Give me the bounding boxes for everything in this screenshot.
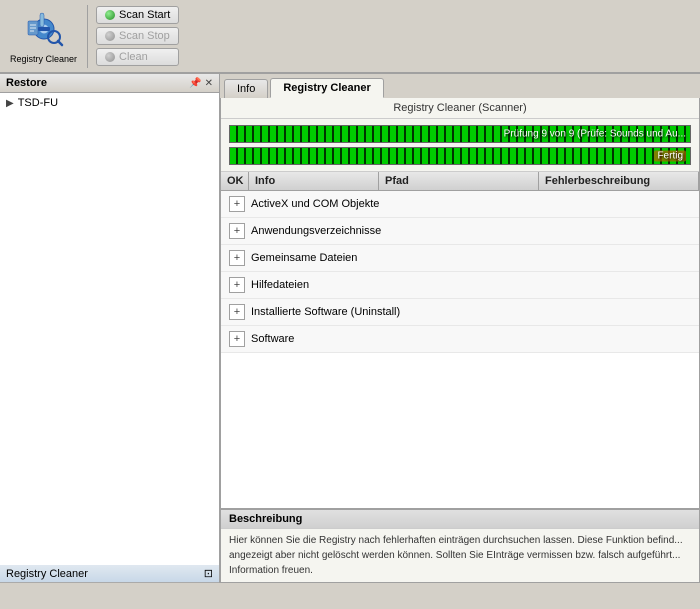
tree-item-5[interactable]: + Software — [221, 326, 699, 353]
main-layout: Restore 📌 ✕ ▶ TSD-FU Registry Cleaner ⊡ … — [0, 74, 700, 583]
scan-start-icon — [105, 10, 115, 20]
scanner-content: Registry Cleaner (Scanner) Prüfung 9 von… — [220, 98, 700, 583]
expand-icon-3[interactable]: + — [229, 277, 245, 293]
top-toolbar: Registry Cleaner Scan Start Scan Stop Cl… — [0, 0, 700, 74]
clean-button[interactable]: Clean — [96, 48, 179, 66]
table-section: OK Info Pfad Fehlerbeschreibung + Active… — [221, 171, 699, 508]
tree-item-0[interactable]: + ActiveX und COM Objekte — [221, 191, 699, 218]
table-header: OK Info Pfad Fehlerbeschreibung — [221, 172, 699, 191]
expand-icon-1[interactable]: + — [229, 223, 245, 239]
app-title-label: Registry Cleaner — [10, 54, 77, 64]
progress-bar-2: Fertig — [229, 147, 691, 165]
sidebar: Restore 📌 ✕ ▶ TSD-FU Registry Cleaner ⊡ — [0, 74, 220, 583]
progress-label-2: Fertig — [654, 151, 686, 162]
sidebar-close-icon[interactable]: ✕ — [205, 78, 213, 89]
table-spacer — [221, 353, 699, 393]
tree-item-4[interactable]: + Installierte Software (Uninstall) — [221, 299, 699, 326]
sidebar-item-tsd-fu[interactable]: ▶ TSD-FU — [2, 95, 217, 111]
table-body: + ActiveX und COM Objekte + Anwendungsve… — [221, 191, 699, 508]
expand-icon-5[interactable]: + — [229, 331, 245, 347]
toolbar-buttons: Scan Start Scan Stop Clean — [88, 2, 187, 70]
expand-icon-0[interactable]: + — [229, 196, 245, 212]
content-area: Info Registry Cleaner Registry Cleaner (… — [220, 74, 700, 583]
scan-stop-icon — [105, 31, 115, 41]
progress-fill-2 — [230, 148, 690, 164]
description-text: Hier können Sie die Registry nach fehler… — [221, 529, 699, 582]
clean-icon — [105, 52, 115, 62]
progress-label-1: Prüfung 9 von 9 (Prüfe: Sounds und Au... — [504, 129, 686, 140]
sidebar-header-text: Restore — [6, 77, 47, 89]
scan-stop-button[interactable]: Scan Stop — [96, 27, 179, 45]
tree-item-2[interactable]: + Gemeinsame Dateien — [221, 245, 699, 272]
sidebar-content: ▶ TSD-FU — [0, 93, 219, 565]
sidebar-registry-label: Registry Cleaner ⊡ — [0, 565, 219, 583]
col-info: Info — [249, 172, 379, 190]
description-title: Beschreibung — [221, 510, 699, 529]
tree-item-1[interactable]: + Anwendungsverzeichnisse — [221, 218, 699, 245]
sidebar-arrow-icon: ▶ — [6, 98, 14, 109]
tree-label-5: Software — [251, 333, 294, 345]
progress-bar-1: Prüfung 9 von 9 (Prüfe: Sounds und Au... — [229, 125, 691, 143]
tree-label-0: ActiveX und COM Objekte — [251, 198, 379, 210]
sidebar-header: Restore 📌 ✕ — [0, 74, 219, 93]
tab-registry-cleaner[interactable]: Registry Cleaner — [270, 78, 383, 98]
sidebar-header-icons: 📌 ✕ — [189, 78, 213, 89]
tree-label-2: Gemeinsame Dateien — [251, 252, 357, 264]
expand-icon-4[interactable]: + — [229, 304, 245, 320]
sidebar-expand-icon[interactable]: ⊡ — [204, 567, 213, 580]
progress-section: Prüfung 9 von 9 (Prüfe: Sounds und Au...… — [221, 119, 699, 171]
sidebar-item-label: TSD-FU — [18, 97, 58, 109]
col-ok: OK — [221, 172, 249, 190]
tree-label-1: Anwendungsverzeichnisse — [251, 225, 381, 237]
tab-bar: Info Registry Cleaner — [220, 74, 700, 98]
description-section: Beschreibung Hier können Sie die Registr… — [221, 508, 699, 582]
tree-item-3[interactable]: + Hilfedateien — [221, 272, 699, 299]
tab-info[interactable]: Info — [224, 79, 268, 98]
tree-label-4: Installierte Software (Uninstall) — [251, 306, 400, 318]
expand-icon-2[interactable]: + — [229, 250, 245, 266]
col-pfad: Pfad — [379, 172, 539, 190]
sidebar-pin-icon[interactable]: 📌 — [189, 78, 201, 89]
registry-cleaner-icon — [24, 9, 64, 52]
app-icon-area: Registry Cleaner — [0, 5, 88, 68]
col-fehler: Fehlerbeschreibung — [539, 172, 699, 190]
scanner-title: Registry Cleaner (Scanner) — [221, 98, 699, 119]
tree-label-3: Hilfedateien — [251, 279, 309, 291]
scan-start-button[interactable]: Scan Start — [96, 6, 179, 24]
